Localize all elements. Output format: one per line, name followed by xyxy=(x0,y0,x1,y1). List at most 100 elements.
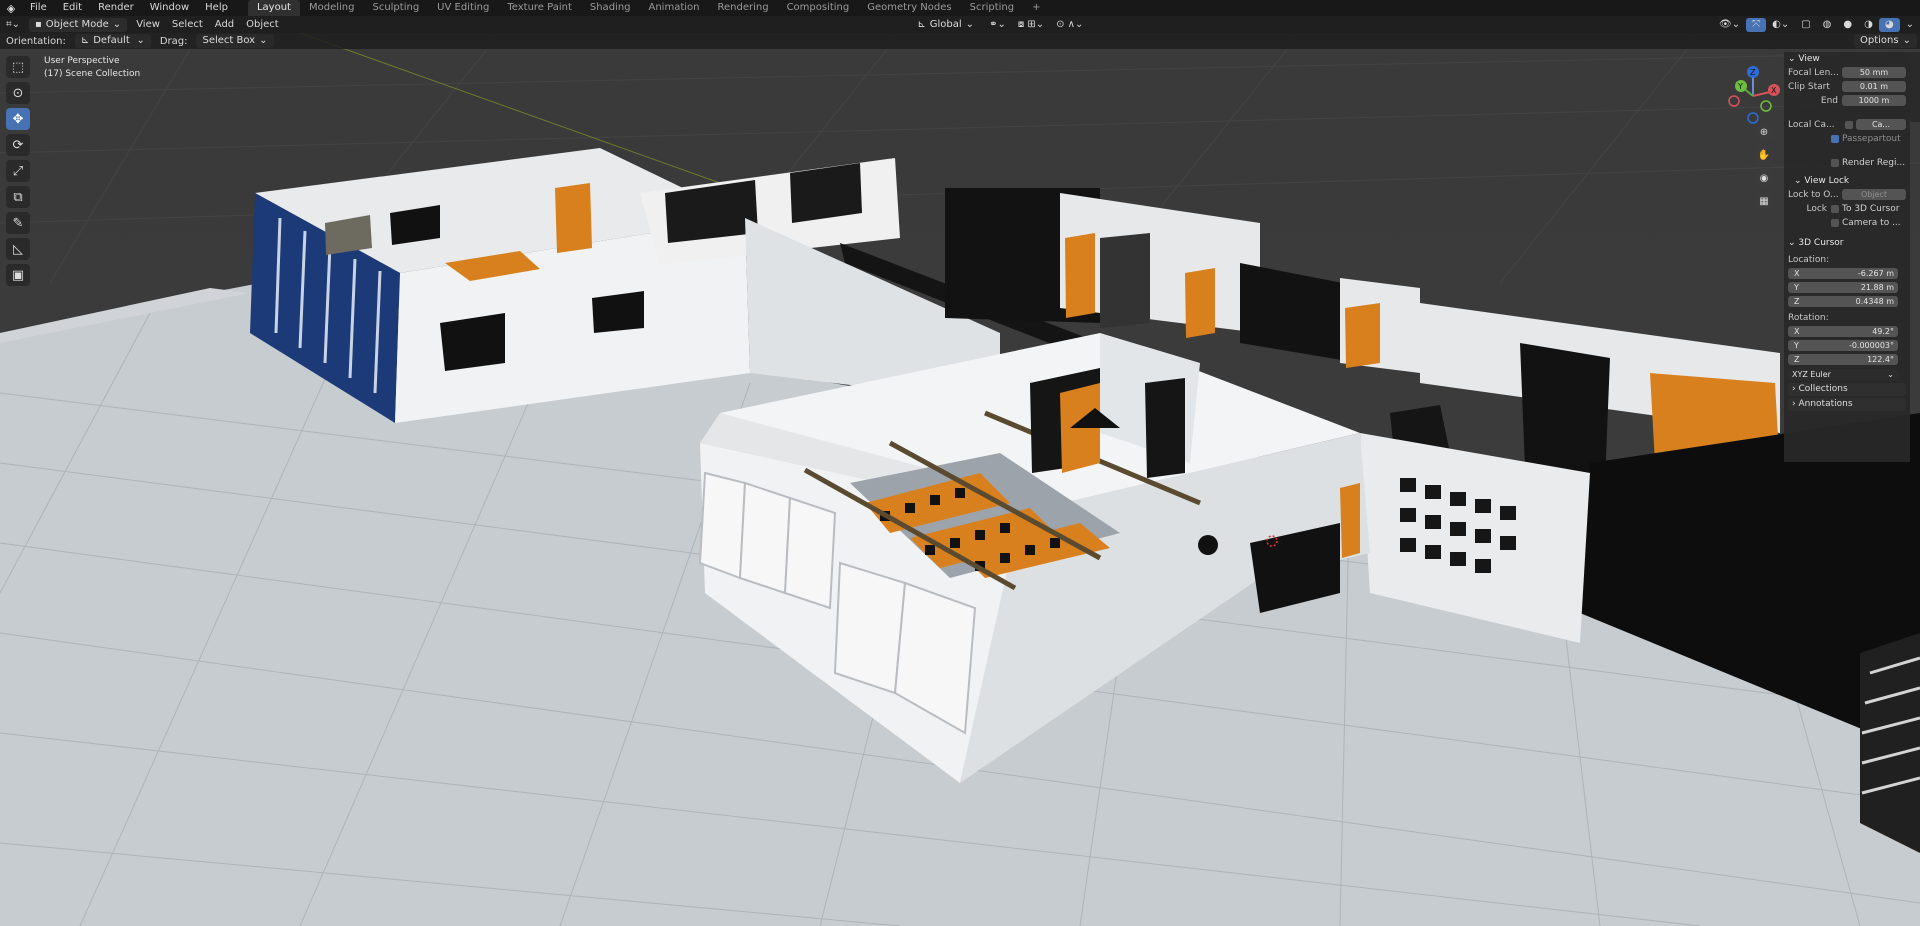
viewport-perspective-label: User Perspective xyxy=(44,56,120,66)
menu-file[interactable]: File xyxy=(22,0,55,16)
menu-window[interactable]: Window xyxy=(142,0,197,16)
viewport-collection-label: (17) Scene Collection xyxy=(44,69,141,79)
cursor-location-y-field[interactable]: Y 21.88 m xyxy=(1788,282,1898,293)
sidebar-tabs[interactable] xyxy=(1910,52,1920,122)
object-menu[interactable]: Object xyxy=(240,16,285,33)
cursor-rotation-y-field[interactable]: Y -0.000003° xyxy=(1788,340,1898,351)
editor-type-icon[interactable]: ⌗⌄ xyxy=(0,16,26,33)
3d-cursor-section-header[interactable]: ⌄ 3D Cursor xyxy=(1784,236,1910,250)
move-tool-icon[interactable]: ✥ xyxy=(6,108,30,130)
annotate-tool-icon[interactable]: ✎ xyxy=(6,212,30,234)
view-menu[interactable]: View xyxy=(130,16,166,33)
xray-icon[interactable]: ▢ xyxy=(1795,16,1816,33)
cursor-location-z-field[interactable]: Z 0.4348 m xyxy=(1788,296,1898,307)
transform-tool-icon[interactable]: ⧉ xyxy=(6,186,30,208)
add-menu[interactable]: Add xyxy=(209,16,240,33)
lock-to-object-label: Lock to O... xyxy=(1788,189,1839,200)
options-dropdown[interactable]: Options ⌄ xyxy=(1854,34,1917,48)
top-menu-bar: ◈ File Edit Render Window Help Layout Mo… xyxy=(0,0,1920,16)
chevron-down-icon: ⌄ xyxy=(136,35,145,46)
shading-material-icon[interactable]: ◑ xyxy=(1858,16,1879,33)
shading-rendered-icon[interactable]: ◕ xyxy=(1878,17,1900,32)
select-box-tool-icon[interactable]: ⬚ xyxy=(6,56,30,78)
location-label: Location: xyxy=(1788,254,1830,265)
cursor-rotation-z-field[interactable]: Z 122.4° xyxy=(1788,354,1898,365)
annotations-panel-header[interactable]: › Annotations xyxy=(1788,398,1906,411)
shading-wireframe-icon[interactable]: ◍ xyxy=(1817,16,1838,33)
gizmo-neg-y-icon[interactable] xyxy=(1760,100,1772,112)
overlay-toggle-icon[interactable]: ◐⌄ xyxy=(1766,16,1795,33)
tab-sculpting[interactable]: Sculpting xyxy=(363,0,428,16)
gizmo-x-label: X xyxy=(1771,86,1777,95)
view-lock-header[interactable]: ⌄ View Lock xyxy=(1784,174,1910,188)
tab-layout[interactable]: Layout xyxy=(247,0,300,16)
pivot-point-icon[interactable]: ⚭⌄ xyxy=(983,16,1012,33)
render-region-checkbox[interactable] xyxy=(1831,158,1839,167)
camera-to-view-label: Camera to ... xyxy=(1842,217,1901,228)
tab-compositing[interactable]: Compositing xyxy=(778,0,859,16)
rotation-mode-dropdown[interactable]: XYZ Euler ⌄ xyxy=(1788,369,1898,380)
orientation-default-icon: ⊾ xyxy=(80,35,90,46)
rotate-tool-icon[interactable]: ⟳ xyxy=(6,134,30,156)
tab-scripting[interactable]: Scripting xyxy=(961,0,1023,16)
chevron-down-icon: ⌄ xyxy=(965,18,975,30)
measure-tool-icon[interactable]: ◺ xyxy=(6,238,30,260)
tab-animation[interactable]: Animation xyxy=(640,0,709,16)
zoom-icon[interactable]: ⊕ xyxy=(1754,122,1774,142)
chevron-down-icon: ⌄ xyxy=(1902,35,1911,46)
3d-viewport[interactable]: User Perspective (17) Scene Collection Z… xyxy=(0,33,1920,926)
select-menu[interactable]: Select xyxy=(166,16,209,33)
gizmo-neg-x-icon[interactable] xyxy=(1728,95,1740,107)
scale-tool-icon[interactable]: ⤢ xyxy=(6,160,30,182)
drag-dropdown[interactable]: Select Box ⌄ xyxy=(196,34,274,48)
menu-render[interactable]: Render xyxy=(90,0,142,16)
gizmo-toggle-icon[interactable]: ⤧ xyxy=(1746,17,1767,32)
tab-rendering[interactable]: Rendering xyxy=(708,0,777,16)
tab-modeling[interactable]: Modeling xyxy=(300,0,364,16)
lock-to-3d-cursor-checkbox[interactable] xyxy=(1831,204,1839,213)
rotation-label: Rotation: xyxy=(1788,312,1829,323)
clip-end-field[interactable]: 1000 m xyxy=(1842,95,1906,106)
local-camera-field[interactable]: Ca... xyxy=(1856,119,1906,130)
local-camera-checkbox[interactable] xyxy=(1845,120,1853,129)
shading-options-icon[interactable]: ⌄ xyxy=(1900,16,1920,33)
proportional-edit-icon[interactable]: ⊙ ∧⌄ xyxy=(1050,16,1089,33)
camera-to-view-checkbox[interactable] xyxy=(1831,218,1839,227)
blender-logo-icon[interactable]: ◈ xyxy=(0,2,22,15)
scene-render xyxy=(0,33,1920,926)
mode-dropdown[interactable]: ▪ Object Mode ⌄ xyxy=(29,17,128,32)
view-section-header[interactable]: ⌄ View xyxy=(1784,52,1910,66)
clip-start-label: Clip Start xyxy=(1788,81,1830,92)
cursor-rotation-x-field[interactable]: X 49.2° xyxy=(1788,326,1898,337)
transform-orientation-dropdown[interactable]: ⊾ Global ⌄ xyxy=(911,18,980,32)
shading-solid-icon[interactable]: ● xyxy=(1837,16,1858,33)
viewport-header: ⌗⌄ ▪ Object Mode ⌄ View Select Add Object … xyxy=(0,16,1920,33)
cursor-tool-icon[interactable]: ⊙ xyxy=(6,82,30,104)
menu-edit[interactable]: Edit xyxy=(55,0,90,16)
orientation-dropdown[interactable]: ⊾ Default ⌄ xyxy=(74,34,151,48)
snap-icon[interactable]: ⧇ ⊞⌄ xyxy=(1012,16,1050,33)
passepartout-checkbox[interactable] xyxy=(1831,134,1839,143)
cursor-location-x-field[interactable]: X -6.267 m xyxy=(1788,268,1898,279)
tab-uv-editing[interactable]: UV Editing xyxy=(428,0,498,16)
tab-geometry-nodes[interactable]: Geometry Nodes xyxy=(858,0,960,16)
add-cube-tool-icon[interactable]: ▣ xyxy=(6,264,30,286)
lock-to-object-field[interactable]: Object xyxy=(1842,189,1906,200)
render-region-label: Render Regi... xyxy=(1842,157,1906,168)
tab-shading[interactable]: Shading xyxy=(581,0,640,16)
navigation-gizmo[interactable]: Z X Y xyxy=(1718,61,1788,131)
add-workspace-button[interactable]: + xyxy=(1023,0,1049,16)
visibility-icon[interactable]: 👁⌄ xyxy=(1713,16,1746,33)
menu-help[interactable]: Help xyxy=(197,0,236,16)
clip-start-field[interactable]: 0.01 m xyxy=(1842,81,1906,92)
pan-hand-icon[interactable]: ✋ xyxy=(1754,145,1774,165)
collections-panel-header[interactable]: › Collections xyxy=(1788,383,1906,396)
camera-view-icon[interactable]: ◉ xyxy=(1754,168,1774,188)
3d-cursor-header-label: 3D Cursor xyxy=(1798,238,1844,248)
ortho-grid-icon[interactable]: ▦ xyxy=(1754,191,1774,211)
drag-label: Drag: xyxy=(159,35,188,47)
focal-length-field[interactable]: 50 mm xyxy=(1842,67,1906,78)
clip-end-label: End xyxy=(1820,95,1838,106)
gizmo-neg-z-icon[interactable] xyxy=(1747,112,1759,124)
tab-texture-paint[interactable]: Texture Paint xyxy=(498,0,581,16)
